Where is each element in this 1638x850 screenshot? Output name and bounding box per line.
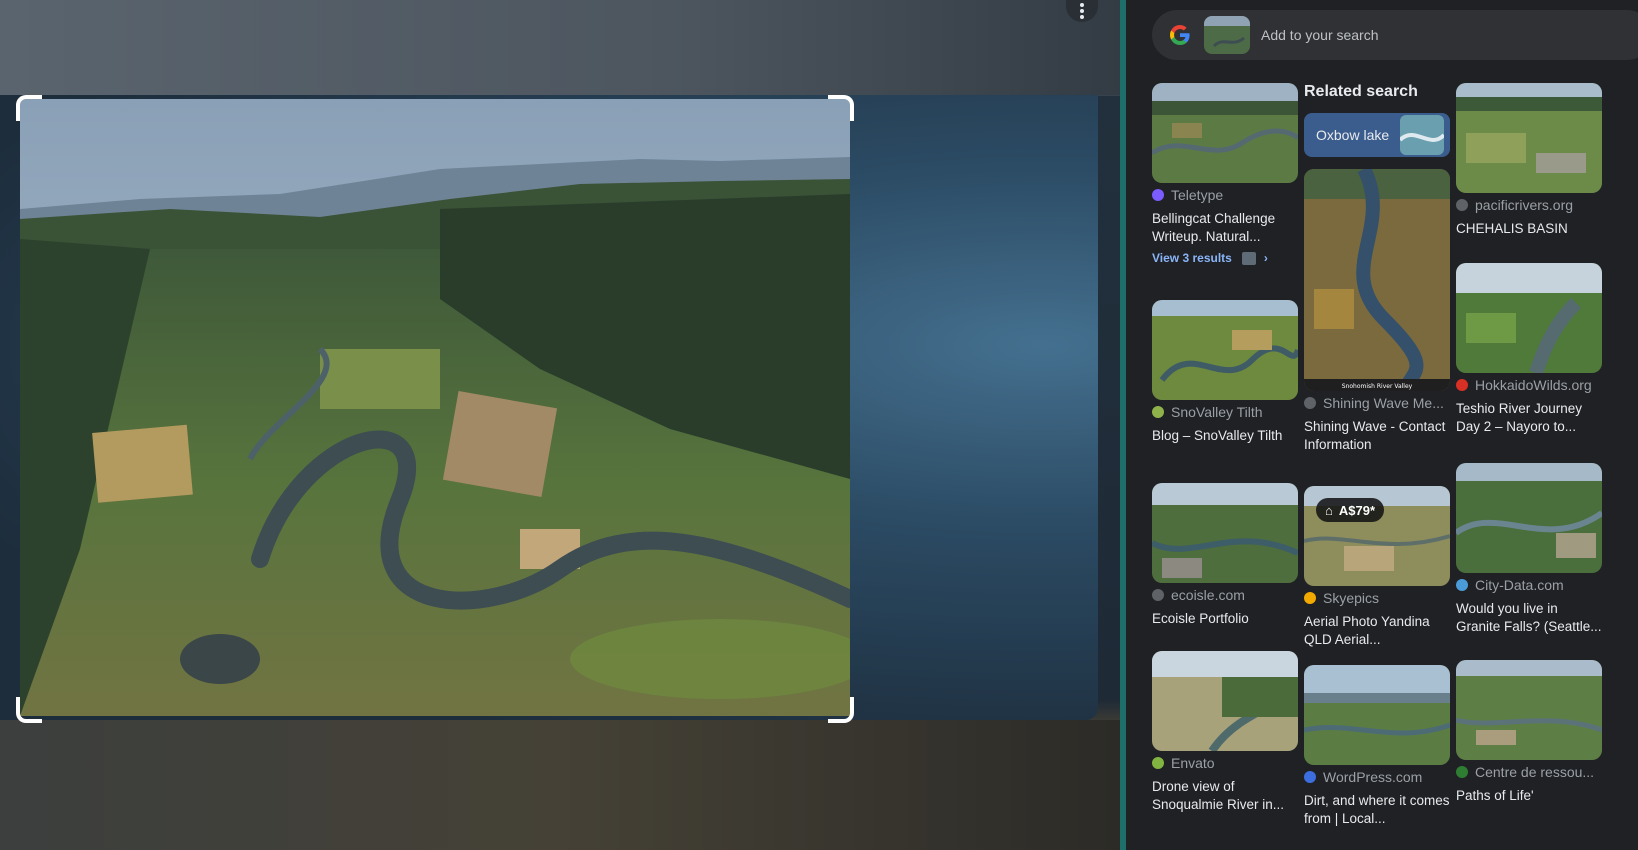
chip-image (1400, 115, 1444, 155)
result-title[interactable]: Shining Wave - Contact Information (1304, 418, 1450, 454)
result-source[interactable]: WordPress.com (1304, 769, 1454, 785)
crop-handle-top-left[interactable] (16, 95, 42, 121)
result-title[interactable]: Paths of Life' (1456, 787, 1602, 805)
globe-favicon-icon (1304, 397, 1316, 409)
teletype-favicon-icon (1152, 189, 1164, 201)
related-search-heading: Related search (1304, 83, 1418, 100)
result-image[interactable] (1456, 463, 1602, 573)
result-title[interactable]: Bellingcat Challenge Writeup. Natural... (1152, 210, 1298, 246)
result-title[interactable]: Ecoisle Portfolio (1152, 610, 1298, 628)
snovalley-favicon-icon (1152, 406, 1164, 418)
viewer-bottom-band (0, 720, 1120, 850)
result-source[interactable]: ecoisle.com (1152, 587, 1302, 603)
chevron-right-icon: › (1263, 251, 1268, 265)
result-image[interactable] (1456, 83, 1602, 193)
skyepics-favicon-icon (1304, 592, 1316, 604)
result-title[interactable]: Blog – SnoValley Tilth (1152, 427, 1298, 445)
result-image[interactable] (1304, 665, 1450, 765)
centre-favicon-icon (1456, 766, 1468, 778)
result-image[interactable]: Snohomish River Valley (1304, 169, 1450, 391)
image-caption: Snohomish River Valley (1342, 383, 1413, 390)
crop-handle-top-right[interactable] (828, 95, 854, 121)
crop-handle-bottom-left[interactable] (16, 697, 42, 723)
price-badge: ⌂ A$79* (1316, 498, 1384, 522)
result-source[interactable]: Shining Wave Me... (1304, 395, 1454, 411)
envato-favicon-icon (1152, 757, 1164, 769)
related-search-chip[interactable]: Oxbow lake (1304, 113, 1450, 157)
result-source[interactable]: Skyepics (1304, 590, 1454, 606)
result-title[interactable]: CHEHALIS BASIN (1456, 220, 1602, 238)
result-image[interactable] (1152, 651, 1298, 751)
tag-icon: ⌂ (1325, 502, 1333, 518)
selected-image[interactable] (20, 99, 850, 716)
google-g-icon (1170, 25, 1190, 45)
result-title[interactable]: Drone view of Snoqualmie River in... (1152, 778, 1298, 814)
result-title[interactable]: Aerial Photo Yandina QLD Aerial... (1304, 613, 1450, 649)
result-source[interactable]: HokkaidoWilds.org (1456, 377, 1606, 393)
search-bar[interactable]: Add to your search (1152, 10, 1638, 60)
globe-favicon-icon (1456, 199, 1468, 211)
result-source[interactable]: Teletype (1152, 187, 1302, 203)
wordpress-favicon-icon (1304, 771, 1316, 783)
search-input[interactable]: Add to your search (1261, 27, 1379, 43)
view-more-results-link[interactable]: View 3 results › (1152, 251, 1268, 265)
result-image[interactable] (1152, 300, 1298, 400)
result-image[interactable]: ⌂ A$79* (1304, 486, 1450, 586)
result-title[interactable]: Would you live in Granite Falls? (Seattl… (1456, 600, 1602, 636)
result-title[interactable]: Teshio River Journey Day 2 – Nayoro to..… (1456, 400, 1602, 436)
viewer-top-band (0, 0, 1120, 95)
result-source[interactable]: Envato (1152, 755, 1302, 771)
image-viewer (0, 0, 1120, 850)
results-panel: Add to your search Teletype Bellingcat C… (1120, 0, 1638, 850)
result-source[interactable]: City-Data.com (1456, 577, 1606, 593)
stack-thumbnail-icon (1241, 251, 1256, 265)
globe-favicon-icon (1152, 589, 1164, 601)
hokkaidowilds-favicon-icon (1456, 379, 1468, 391)
result-image[interactable] (1456, 263, 1602, 373)
result-source[interactable]: Centre de ressou... (1456, 764, 1606, 780)
aerial-river-image (20, 99, 850, 716)
result-title[interactable]: Dirt, and where it comes from | Local... (1304, 792, 1450, 828)
result-image[interactable] (1152, 83, 1298, 183)
more-vert-icon (1080, 3, 1084, 19)
result-image[interactable] (1456, 660, 1602, 760)
crop-handle-bottom-right[interactable] (828, 697, 854, 723)
result-source[interactable]: SnoValley Tilth (1152, 404, 1302, 420)
result-source[interactable]: pacificrivers.org (1456, 197, 1606, 213)
result-image[interactable] (1152, 483, 1298, 583)
search-image-thumbnail[interactable] (1204, 16, 1250, 54)
city-data-favicon-icon (1456, 579, 1468, 591)
